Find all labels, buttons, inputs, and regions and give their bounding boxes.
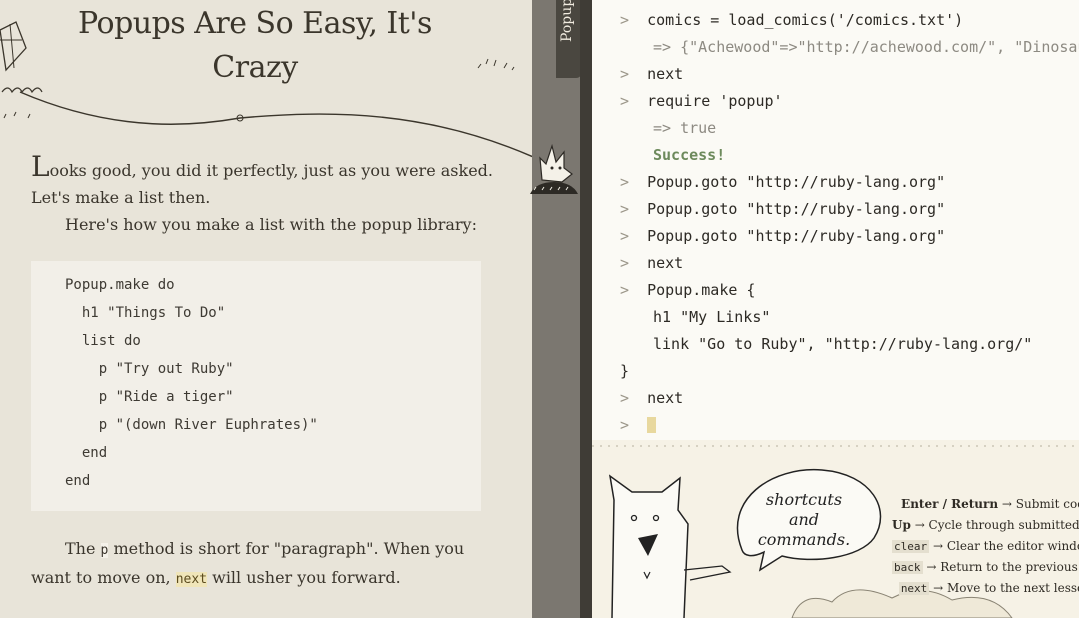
lesson-pane: Popups Are So Easy, It's Crazy Looks goo…: [0, 0, 532, 618]
console-output-line: => true: [653, 119, 717, 137]
console-input-line: > next: [620, 389, 684, 407]
help-panel: shortcuts and commands. Enter / Return →…: [580, 440, 1079, 618]
shortcut-list: Enter / Return → Submit code Up → Cycle …: [892, 494, 1079, 599]
code-line: end: [65, 473, 91, 489]
shortcut-row: next → Move to the next lesson: [898, 581, 1079, 595]
code-line: p "(down River Euphrates)": [65, 417, 318, 433]
console-input-line: > Popup.goto "http://ruby-lang.org": [620, 227, 946, 245]
console-input-line: > Popup.make {: [620, 281, 756, 299]
lesson-paragraph: Looks good, you did it perfectly, just a…: [31, 150, 493, 208]
next-command-link[interactable]: next: [175, 572, 208, 587]
wolf-mascot-icon: [530, 143, 578, 194]
lesson-paragraph: Here's how you make a list with the popu…: [65, 215, 477, 234]
lesson-paragraph: The p method is short for "paragraph". W…: [31, 539, 465, 587]
console-input-line: > require 'popup': [620, 92, 783, 110]
console-input-line: > next: [620, 65, 684, 83]
ruby-console[interactable]: > comics = load_comics('/comics.txt') =>…: [580, 0, 1079, 440]
console-output-line: => {"Achewood"=>"http://achewood.com/", …: [653, 38, 1079, 56]
pane-divider[interactable]: [532, 0, 580, 618]
console-success-line: Success!: [653, 146, 726, 164]
popup-tab-label: Popup: [559, 0, 575, 42]
code-line: p "Ride a tiger": [65, 389, 234, 405]
console-continuation-line: h1 "My Links": [653, 308, 771, 326]
text-cursor: [647, 417, 657, 433]
console-input-line: > next: [620, 254, 684, 272]
shortcut-row: Up → Cycle through submitted code: [892, 518, 1079, 532]
drop-cap: L: [31, 150, 50, 183]
console-input-line: > comics = load_comics('/comics.txt'): [620, 11, 964, 29]
console-input-line: > Popup.goto "http://ruby-lang.org": [620, 173, 946, 191]
console-continuation-line: }: [620, 362, 630, 380]
code-line: list do: [65, 333, 141, 349]
code-line: end: [65, 445, 108, 461]
code-line: p "Try out Ruby": [65, 361, 234, 377]
page-title: Popups Are So Easy, It's Crazy: [78, 6, 432, 85]
shortcut-row: clear → Clear the editor window: [892, 539, 1079, 553]
shortcut-row: Enter / Return → Submit code: [901, 497, 1079, 511]
code-line: Popup.make do: [65, 277, 175, 293]
shortcut-row: back → Return to the previous lesson: [892, 560, 1079, 574]
console-prompt-line[interactable]: >: [620, 415, 657, 435]
console-continuation-line: link "Go to Ruby", "http://ruby-lang.org…: [653, 335, 1033, 353]
speech-bubble-text: shortcuts and commands.: [757, 490, 851, 549]
code-line: h1 "Things To Do": [65, 305, 226, 321]
console-input-line: > Popup.goto "http://ruby-lang.org": [620, 200, 946, 218]
code-example[interactable]: Popup.make do h1 "Things To Do" list do …: [31, 261, 481, 511]
